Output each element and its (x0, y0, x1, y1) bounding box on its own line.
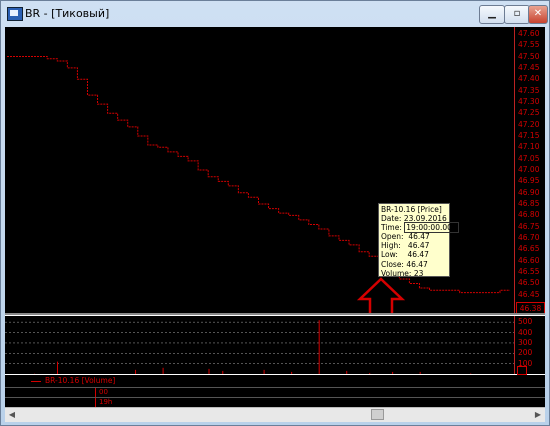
volume-marker (517, 366, 527, 375)
tooltip-open-label: Open: (381, 232, 404, 242)
tooltip-volume-value: 23 (413, 268, 424, 278)
tooltip-low-row: Low: 46.47 (381, 250, 447, 259)
tooltip-time-row: Time: 19:00:00.000 (381, 222, 459, 234)
tooltip-time-label: Time: (381, 223, 402, 233)
tooltip-open-value: 46.47 (408, 232, 430, 242)
scroll-left-icon[interactable]: ◀ (6, 409, 18, 420)
tooltip-header: BR-10.16 [Price] (381, 205, 442, 214)
volume-tick-label: 300 (518, 337, 533, 347)
tooltip-close-row: Close: 46.47 (381, 260, 447, 269)
volume-axis-line (514, 316, 515, 374)
app-icon (7, 7, 23, 21)
time-axis-row-hours: 19h (5, 397, 545, 407)
time-axis-row-minutes: 00 (5, 387, 545, 397)
time-tick (95, 398, 96, 407)
time-label-hours: 19h (99, 398, 113, 406)
volume-panel[interactable]: 500 400 300 200 100 (5, 316, 545, 375)
application-window: BR - [Тиковый] ▁ ▫ ✕ 47.60 47.55 47.50 47.4… (0, 0, 550, 426)
tooltip-low-value: 46.47 (407, 250, 429, 260)
price-tooltip: BR-10.16 [Price] Date: 23.09.2016 Time: … (378, 203, 459, 278)
legend-label: BR-10.16 [Volume] (45, 376, 116, 385)
close-button[interactable]: ✕ (528, 5, 548, 24)
panel-splitter[interactable] (5, 313, 545, 315)
tooltip-close-label: Close: (381, 259, 404, 269)
tooltip-close-value: 46.47 (406, 259, 428, 269)
volume-tick-label: 500 (518, 317, 533, 327)
tooltip-high-row: High: 46.47 (381, 241, 447, 250)
chart-client-area: 47.60 47.55 47.50 47.45 47.40 47.35 47.30 47.25… (5, 27, 545, 422)
horizontal-scrollbar[interactable]: ◀ ▶ (5, 407, 545, 422)
title-bar[interactable]: BR - [Тиковый] ▁ ▫ ✕ (1, 1, 549, 27)
tooltip-date-label: Date: (381, 214, 402, 224)
volume-tick-label: 400 (518, 327, 533, 337)
tooltip-low-label: Low: (381, 250, 398, 260)
tooltip-high-label: High: (381, 241, 401, 251)
window-title: BR - [Тиковый] (25, 7, 110, 20)
time-label-minutes: 00 (99, 388, 108, 396)
volume-legend: BR-10.16 [Volume] (5, 375, 545, 387)
scroll-thumb[interactable] (371, 409, 384, 420)
scroll-right-icon[interactable]: ▶ (532, 409, 544, 420)
volume-chart[interactable] (5, 316, 515, 374)
tooltip-open-row: Open: 46.47 (381, 232, 447, 241)
price-panel[interactable]: 47.60 47.55 47.50 47.45 47.40 47.35 47.30 47.25… (5, 27, 545, 315)
maximize-button[interactable]: ▫ (504, 5, 530, 24)
tooltip-volume-row: Volume: 23 (381, 269, 447, 278)
minimize-button[interactable]: ▁ (479, 5, 505, 24)
up-arrow-icon (356, 277, 406, 313)
annotation-layer (356, 277, 406, 313)
volume-tick-label: 200 (518, 348, 533, 358)
tooltip-high-value: 46.47 (407, 241, 430, 251)
tooltip-volume-label: Volume: (381, 268, 412, 278)
time-tick (95, 388, 96, 397)
legend-line-swatch (31, 381, 41, 382)
